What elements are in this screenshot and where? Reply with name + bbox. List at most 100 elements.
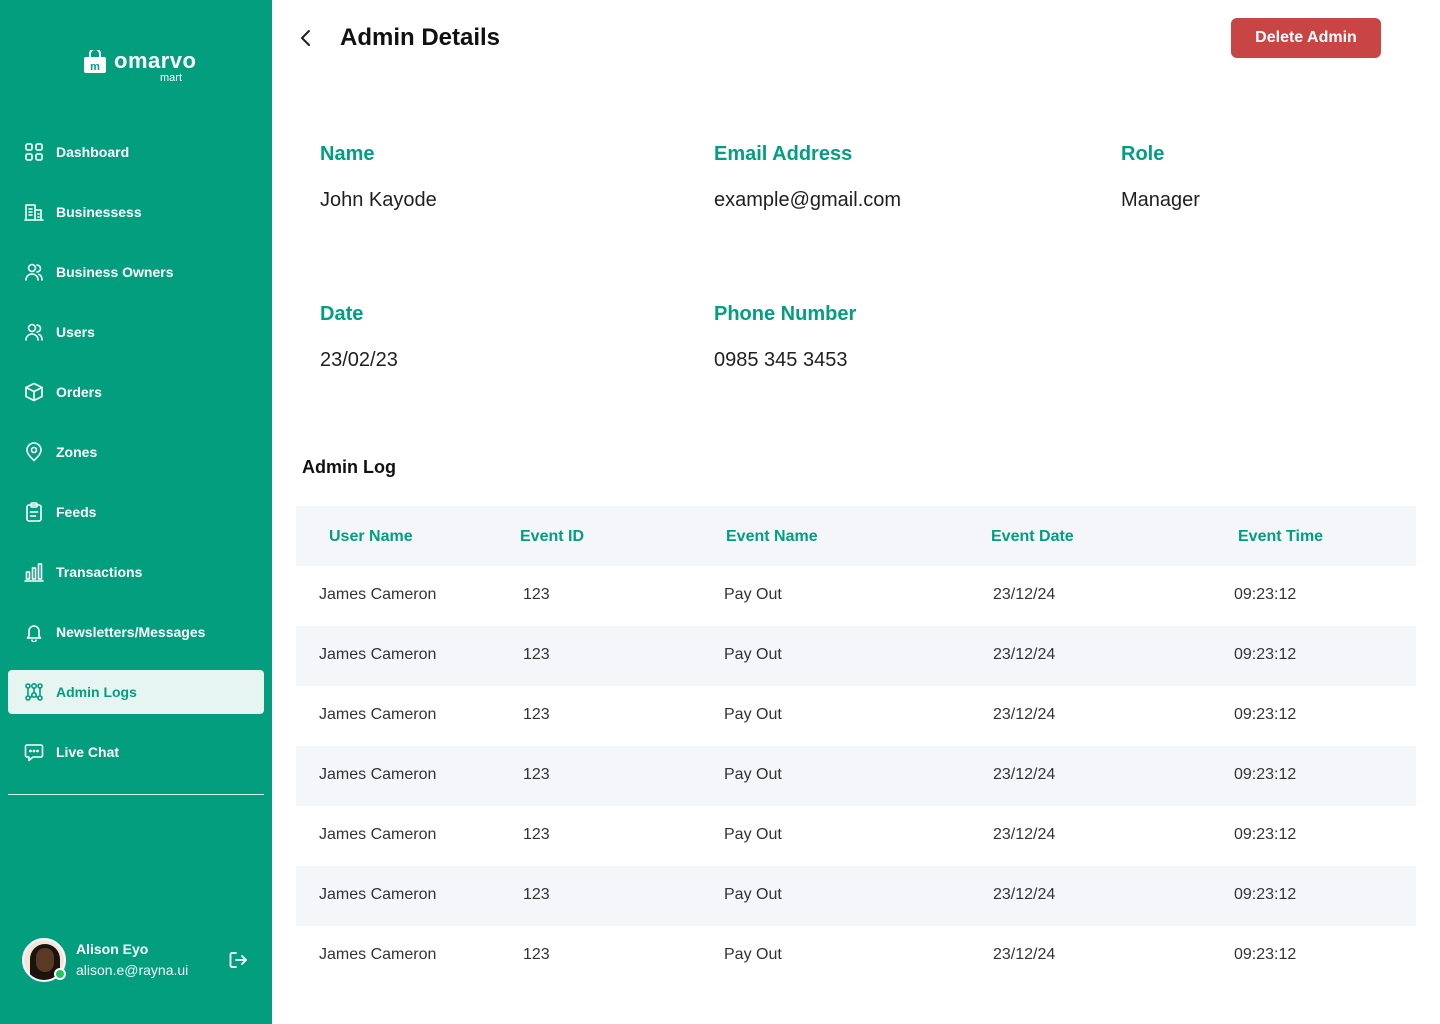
- table-row[interactable]: James Cameron 123 Pay Out 23/12/24 09:23:12: [296, 626, 1416, 686]
- sidebar-nav: Dashboard Businessess Business Owners Us…: [8, 130, 264, 790]
- sidebar-item-orders[interactable]: Orders: [8, 370, 264, 414]
- sidebar-item-transactions[interactable]: Transactions: [8, 550, 264, 594]
- sidebar-item-live-chat[interactable]: Live Chat: [8, 730, 264, 774]
- sidebar-item-label: Live Chat: [56, 744, 120, 760]
- profile-name: Alison Eyo: [76, 941, 149, 957]
- cell-event-time: 09:23:12: [1234, 826, 1297, 843]
- column-header-event-time[interactable]: Event Time: [1238, 528, 1323, 546]
- bar-chart-icon: [24, 562, 44, 582]
- logout-icon[interactable]: [228, 950, 248, 970]
- email-value: example@gmail.com: [714, 189, 902, 211]
- sidebar-item-zones[interactable]: Zones: [8, 430, 264, 474]
- cell-event-time: 09:23:12: [1234, 586, 1297, 603]
- sidebar-divider: [8, 794, 264, 795]
- user-profile: Alison Eyo alison.e@rayna.ui: [22, 938, 262, 984]
- page-title: Admin Details: [340, 24, 501, 51]
- cell-event-name: Pay Out: [724, 706, 782, 723]
- column-header-event-id[interactable]: Event ID: [520, 528, 584, 546]
- table-row[interactable]: James Cameron 123 Pay Out 23/12/24 09:23:12: [296, 566, 1416, 626]
- name-value: John Kayode: [320, 189, 437, 211]
- cell-event-date: 23/12/24: [993, 766, 1056, 783]
- grid-icon: [24, 142, 44, 162]
- sidebar-item-label: Newsletters/Messages: [56, 624, 206, 640]
- users-icon: [24, 262, 44, 282]
- cell-event-date: 23/12/24: [993, 886, 1056, 903]
- sidebar-item-newsletters[interactable]: Newsletters/Messages: [8, 610, 264, 654]
- sidebar-item-label: Admin Logs: [56, 684, 137, 700]
- shopping-bag-icon: m: [84, 50, 106, 73]
- table-row[interactable]: James Cameron 123 Pay Out 23/12/24 09:23:12: [296, 746, 1416, 806]
- delete-admin-button[interactable]: Delete Admin: [1231, 18, 1381, 58]
- brand-logo[interactable]: m omarvo mart: [82, 46, 202, 86]
- brand-sub: mart: [160, 72, 182, 84]
- users-icon: [24, 322, 44, 342]
- cell-event-time: 09:23:12: [1234, 886, 1297, 903]
- cell-event-date: 23/12/24: [993, 946, 1056, 963]
- cell-event-id: 123: [523, 586, 550, 603]
- column-header-user-name[interactable]: User Name: [329, 528, 413, 546]
- cell-user-name: James Cameron: [319, 886, 437, 903]
- admin-log-table: User Name Event ID Event Name Event Date…: [296, 506, 1416, 986]
- date-label: Date: [320, 303, 364, 325]
- cell-event-name: Pay Out: [724, 586, 782, 603]
- cell-event-id: 123: [523, 646, 550, 663]
- cell-event-time: 09:23:12: [1234, 706, 1297, 723]
- cell-event-id: 123: [523, 766, 550, 783]
- sidebar-item-label: Feeds: [56, 504, 97, 520]
- cell-event-name: Pay Out: [724, 826, 782, 843]
- cell-user-name: James Cameron: [319, 826, 437, 843]
- sidebar-item-label: Users: [56, 324, 95, 340]
- table-row[interactable]: James Cameron 123 Pay Out 23/12/24 09:23:12: [296, 926, 1416, 986]
- location-pin-icon: [24, 442, 44, 462]
- sidebar-item-dashboard[interactable]: Dashboard: [8, 130, 264, 174]
- cell-user-name: James Cameron: [319, 766, 437, 783]
- date-value: 23/02/23: [320, 349, 398, 371]
- clipboard-icon: [24, 502, 44, 522]
- sidebar: m omarvo mart Dashboard Businessess Busi…: [0, 0, 272, 1024]
- back-arrow-icon[interactable]: [296, 28, 316, 48]
- sidebar-item-label: Businessess: [56, 204, 142, 220]
- chat-icon: [24, 742, 44, 762]
- column-header-event-date[interactable]: Event Date: [991, 528, 1074, 546]
- cell-user-name: James Cameron: [319, 646, 437, 663]
- admin-log-title: Admin Log: [302, 457, 396, 477]
- cell-event-name: Pay Out: [724, 946, 782, 963]
- sidebar-item-business-owners[interactable]: Business Owners: [8, 250, 264, 294]
- name-label: Name: [320, 143, 375, 165]
- sidebar-item-users[interactable]: Users: [8, 310, 264, 354]
- network-icon: [24, 682, 44, 702]
- cell-event-id: 123: [523, 826, 550, 843]
- cell-event-date: 23/12/24: [993, 706, 1056, 723]
- role-label: Role: [1121, 143, 1165, 165]
- cell-event-name: Pay Out: [724, 646, 782, 663]
- cell-user-name: James Cameron: [319, 706, 437, 723]
- building-icon: [24, 202, 44, 222]
- online-status-dot: [54, 968, 66, 980]
- phone-label: Phone Number: [714, 303, 857, 325]
- phone-value: 0985 345 3453: [714, 349, 848, 371]
- column-header-event-name[interactable]: Event Name: [726, 528, 818, 546]
- cell-event-time: 09:23:12: [1234, 946, 1297, 963]
- role-value: Manager: [1121, 189, 1200, 211]
- brand-name: omarvo: [114, 48, 197, 73]
- email-label: Email Address: [714, 143, 853, 165]
- cell-event-time: 09:23:12: [1234, 646, 1297, 663]
- sidebar-item-businesses[interactable]: Businessess: [8, 190, 264, 234]
- cell-event-name: Pay Out: [724, 886, 782, 903]
- sidebar-item-admin-logs[interactable]: Admin Logs: [8, 670, 264, 714]
- cell-event-id: 123: [523, 886, 550, 903]
- cell-user-name: James Cameron: [319, 586, 437, 603]
- cell-user-name: James Cameron: [319, 946, 437, 963]
- table-row[interactable]: James Cameron 123 Pay Out 23/12/24 09:23:12: [296, 686, 1416, 746]
- sidebar-item-label: Transactions: [56, 564, 143, 580]
- sidebar-item-label: Business Owners: [56, 264, 174, 280]
- sidebar-item-feeds[interactable]: Feeds: [8, 490, 264, 534]
- sidebar-item-label: Orders: [56, 384, 102, 400]
- profile-email: alison.e@rayna.ui: [76, 962, 189, 978]
- cell-event-id: 123: [523, 946, 550, 963]
- cell-event-date: 23/12/24: [993, 646, 1056, 663]
- table-row[interactable]: James Cameron 123 Pay Out 23/12/24 09:23:12: [296, 806, 1416, 866]
- table-body: James Cameron 123 Pay Out 23/12/24 09:23:12 J…: [296, 566, 1416, 986]
- table-row[interactable]: James Cameron 123 Pay Out 23/12/24 09:23:12: [296, 866, 1416, 926]
- box-icon: [24, 382, 44, 402]
